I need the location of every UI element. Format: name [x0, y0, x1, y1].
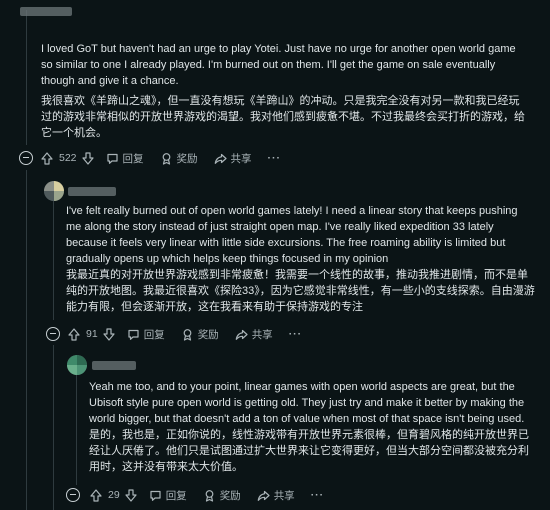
avatar[interactable]	[67, 355, 87, 375]
downvote-icon[interactable]	[81, 151, 94, 165]
comment-body-english: I've felt really burned out of open worl…	[66, 205, 518, 265]
collapse-thread-button[interactable]	[19, 151, 33, 165]
thread-line	[76, 375, 77, 485]
downvote-icon[interactable]	[125, 488, 137, 502]
username[interactable]	[92, 361, 136, 370]
award-label: 奖励	[176, 152, 198, 165]
comment-body-english: I loved GoT but haven't had an urge to p…	[41, 43, 516, 87]
collapse-thread-button[interactable]	[46, 327, 60, 341]
comment-body-chinese: 我很喜欢《羊蹄山之魂》，但一直没有想玩《羊蹄山》的冲动。只是我完全没有对另一款和…	[41, 95, 525, 139]
share-icon	[257, 490, 270, 501]
comment-bubble-icon	[128, 329, 139, 340]
award-label: 奖励	[219, 489, 241, 502]
share-button[interactable]: 共享	[235, 327, 273, 342]
thread-line	[53, 345, 54, 510]
more-options-button[interactable]: ···	[311, 489, 325, 501]
upvote-icon[interactable]	[41, 151, 53, 165]
more-options-button[interactable]: ···	[289, 328, 303, 340]
reply-button[interactable]: 回复	[149, 488, 187, 503]
share-button[interactable]: 共享	[257, 488, 295, 503]
more-options-button[interactable]: ···	[268, 152, 282, 164]
thread-line	[26, 170, 27, 510]
comment-actions: 29 回复 奖励 共享 ···	[90, 485, 324, 505]
collapse-thread-button[interactable]	[66, 488, 80, 502]
award-icon	[205, 489, 214, 502]
reply-label: 回复	[122, 152, 144, 165]
share-label: 共享	[273, 489, 295, 502]
share-label: 共享	[230, 152, 252, 165]
vote-count: 522	[59, 152, 77, 164]
reply-button[interactable]: 回复	[127, 327, 165, 342]
comment-body-chinese: 我最近真的对开放世界游戏感到非常疲惫！我需要一个线性的故事，推动我推进剧情，而不…	[66, 269, 535, 313]
username[interactable]	[20, 7, 72, 16]
upvote-icon[interactable]	[90, 488, 102, 502]
thread-line	[53, 200, 54, 320]
share-icon	[235, 329, 248, 340]
vote-count: 91	[86, 328, 98, 340]
comment-actions: 91 回复 奖励 共享 ···	[68, 324, 302, 344]
reply-button[interactable]: 回复	[106, 151, 144, 166]
award-button[interactable]: 奖励	[160, 151, 198, 166]
award-button[interactable]: 奖励	[181, 327, 219, 342]
comment-actions: 522 回复 奖励 共享 ···	[41, 148, 281, 168]
comment-bubble-icon	[106, 153, 118, 164]
reply-label: 回复	[143, 328, 165, 341]
username[interactable]	[68, 187, 116, 196]
vote-count: 29	[108, 489, 120, 501]
award-icon	[183, 328, 192, 341]
share-button[interactable]: 共享	[214, 151, 252, 166]
downvote-icon[interactable]	[103, 327, 115, 341]
comment-body-chinese: 是的，我也是，正如你说的，线性游戏带有开放世界元素很棒，但育碧风格的纯开放世界已…	[89, 429, 529, 473]
reply-label: 回复	[165, 489, 187, 502]
award-icon	[162, 152, 170, 165]
award-label: 奖励	[197, 328, 219, 341]
share-label: 共享	[251, 328, 273, 341]
upvote-icon[interactable]	[68, 327, 80, 341]
share-icon	[214, 153, 227, 164]
comment-body-english: Yeah me too, and to your point, linear g…	[89, 381, 525, 425]
award-button[interactable]: 奖励	[203, 488, 241, 503]
comment-bubble-icon	[150, 490, 161, 501]
thread-line	[26, 10, 27, 145]
avatar[interactable]	[44, 181, 64, 201]
